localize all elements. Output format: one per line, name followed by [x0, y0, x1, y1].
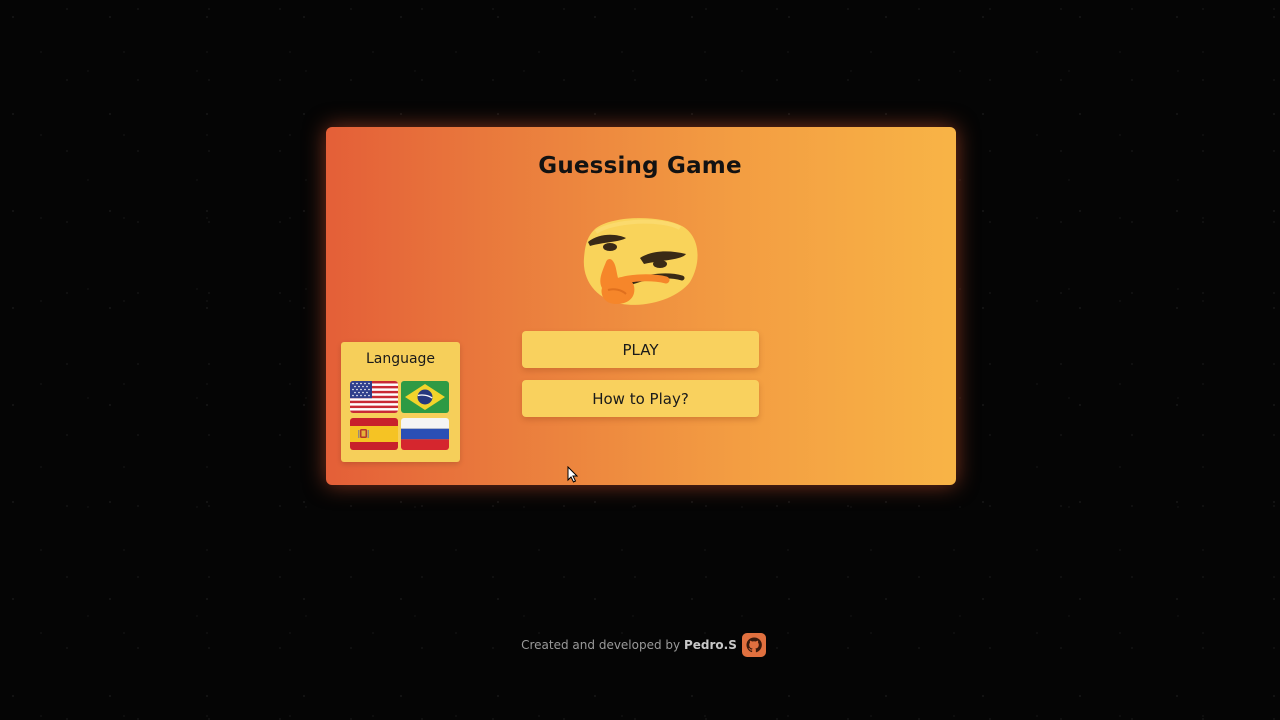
- footer-author: Pedro.S: [683, 638, 737, 652]
- footer-credit: Created and developed by Pedro.S: [521, 638, 737, 652]
- thinking-face-icon: [583, 218, 698, 305]
- flag-brazil[interactable]: [401, 381, 449, 413]
- flag-us[interactable]: [350, 381, 398, 413]
- play-button[interactable]: PLAY: [522, 331, 759, 368]
- flag-spain[interactable]: [350, 418, 398, 450]
- game-title: Guessing Game: [538, 153, 742, 179]
- us-flag-icon: [350, 381, 398, 413]
- spain-flag-icon: [350, 418, 398, 450]
- russia-flag-icon: [401, 418, 449, 450]
- footer-credit-text: Created and developed by: [521, 638, 681, 652]
- brazil-flag-icon: [401, 381, 449, 413]
- flag-russia[interactable]: [401, 418, 449, 450]
- github-icon[interactable]: [741, 633, 766, 657]
- how-to-play-button[interactable]: How to Play?: [522, 380, 759, 417]
- language-label: Language: [365, 351, 436, 367]
- mouse-cursor-icon: [567, 466, 578, 483]
- footer: Created and developed by Pedro.S: [0, 632, 1280, 658]
